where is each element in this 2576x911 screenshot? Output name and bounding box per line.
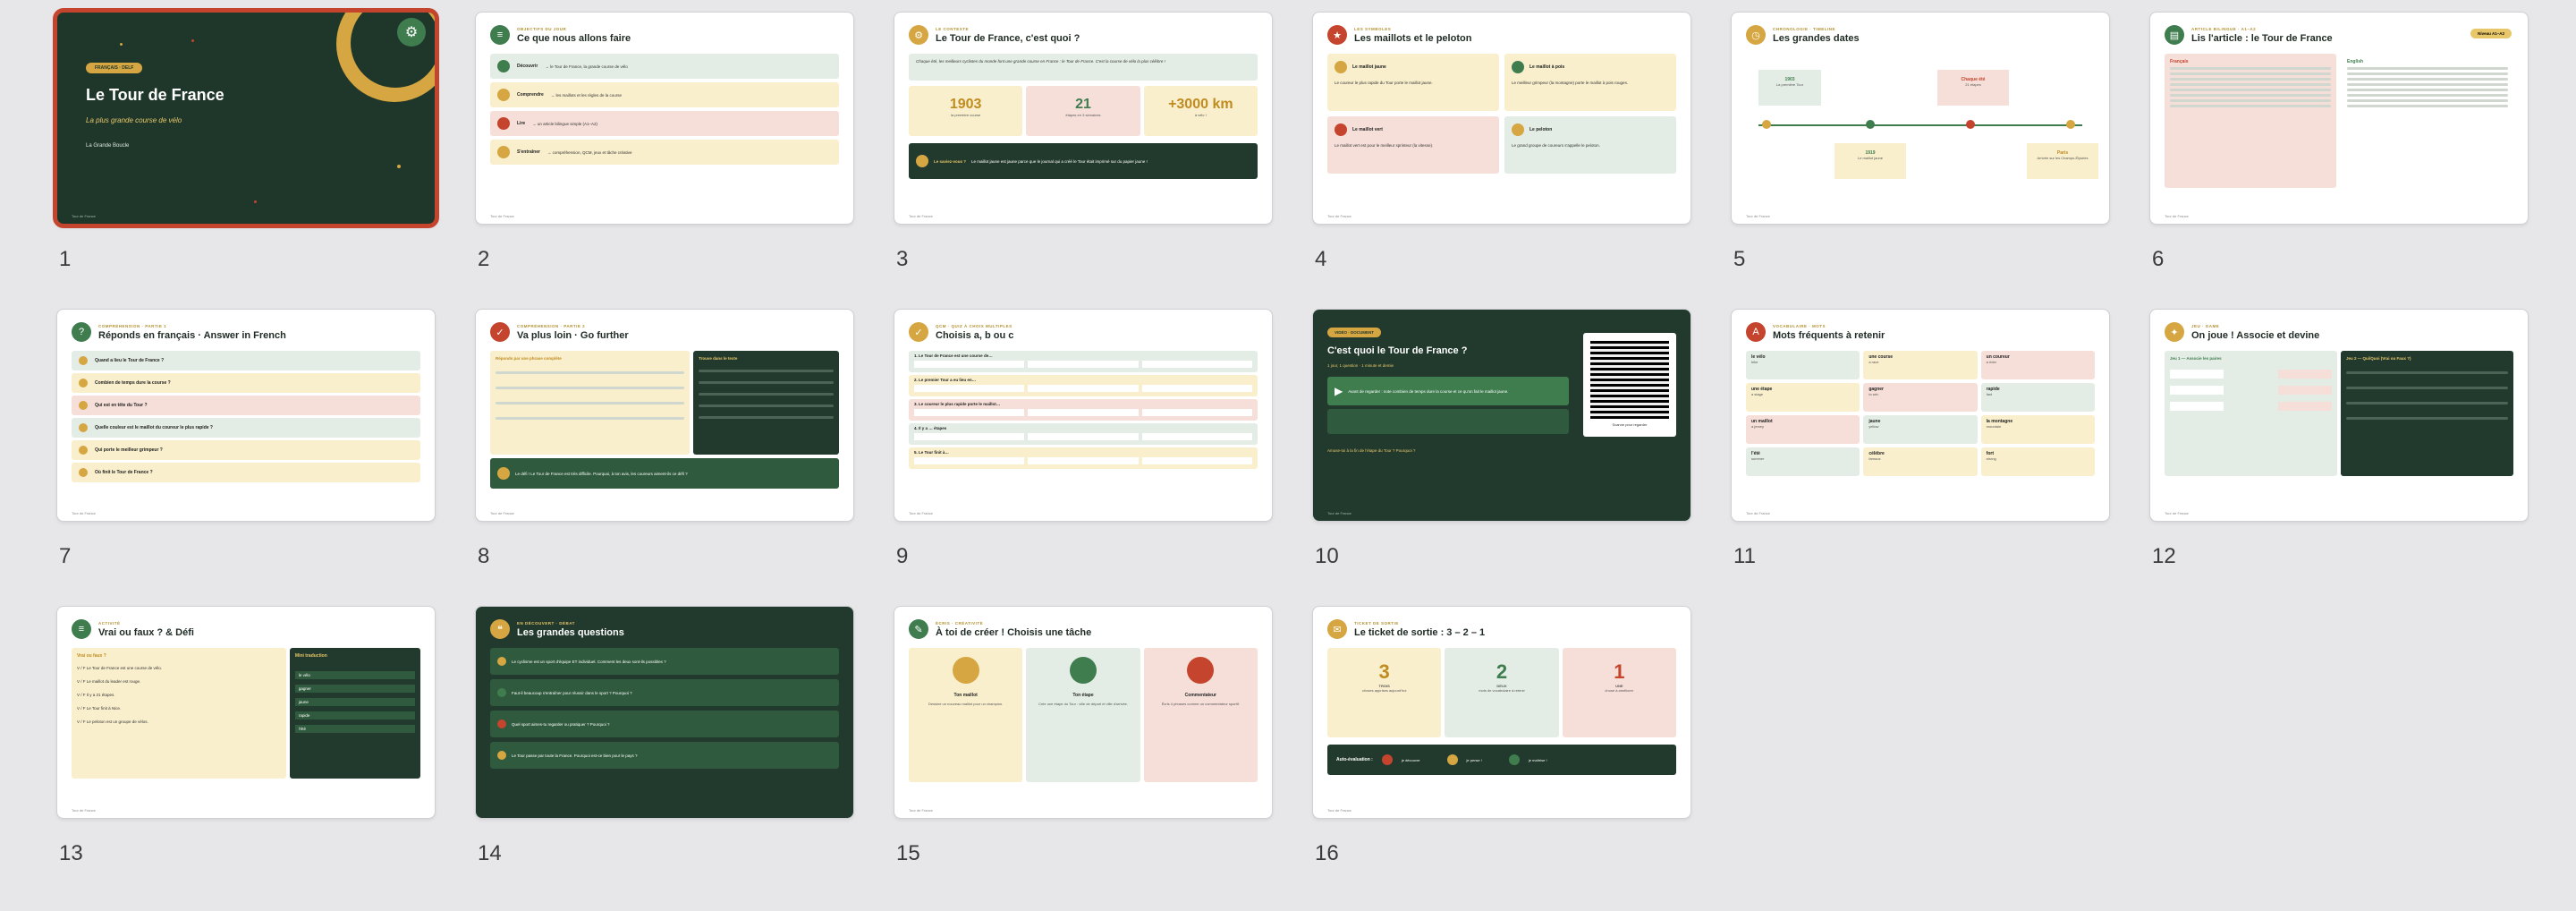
slide-number: 5 [1733, 247, 1746, 271]
checklist-icon: ≡ [490, 25, 510, 45]
bulb-icon [497, 467, 510, 480]
slide-title: Réponds en français · Answer in French [98, 329, 286, 341]
slide-title: Vrai ou faux ? & Défi [98, 626, 194, 638]
lightning-icon [1335, 123, 1347, 136]
slide-number: 12 [2152, 544, 2176, 568]
puzzle-icon: ✦ [2165, 322, 2184, 342]
slide-thumb-10[interactable]: VIDÉO · DOCUMENT C'est quoi le Tour de F… [1313, 310, 1690, 521]
check-icon: ✓ [490, 322, 510, 342]
slide-thumb-4[interactable]: ★ LES SYMBOLES Les maillots et le peloton… [1313, 13, 1690, 224]
slide-title: Lis l'article : le Tour de France [2191, 32, 2333, 44]
slide-thumb-11[interactable]: A VOCABULAIRE · MOTS Mots fréquents à ret… [1732, 310, 2109, 521]
qr-pattern [1590, 340, 1669, 419]
map-icon [1069, 657, 1097, 684]
slide-thumb-1[interactable]: ⚙ FRANÇAIS · DELF Le Tour de France La p… [57, 13, 435, 224]
slide-title: Les grandes dates [1773, 32, 1860, 44]
slide-tag: La Grande Boucle [86, 143, 130, 149]
slide-thumb-8[interactable]: ✓ COMPRÉHENSION · PARTIE 2 Va plus loin ·… [476, 310, 853, 521]
slide-number: 14 [478, 841, 502, 865]
slide-thumb-3[interactable]: ⚙ LE CONTEXTE Le Tour de France, c'est qu… [894, 13, 1272, 224]
bicycle-icon: ⚙ [397, 18, 426, 47]
megaphone-icon [1187, 657, 1215, 684]
slide-number: 10 [1315, 544, 1339, 568]
bulb-icon [916, 155, 928, 167]
slide-title: Le Tour de France [86, 86, 225, 104]
mountain-icon [1512, 61, 1524, 73]
slide-thumb-14[interactable]: ❝ EN DÉCOUVERT · DÉBAT Les grandes questi… [476, 607, 853, 818]
slide-title: Ce que nous allons faire [517, 32, 631, 44]
book-icon [497, 117, 510, 130]
slide-number: 3 [896, 247, 909, 271]
slide-number: 15 [896, 841, 920, 865]
slide-number: 6 [2152, 247, 2165, 271]
slide-title: Choisis a, b ou c [936, 329, 1014, 341]
star-icon: ★ [1327, 25, 1347, 45]
slide-number: 2 [478, 247, 490, 271]
slide-number: 4 [1315, 247, 1327, 271]
play-icon[interactable]: ▶ [1335, 385, 1343, 397]
slide-thumb-6[interactable]: ▤ ARTICLE BILINGUE · A1–A2 Lis l'article … [2150, 13, 2528, 224]
question-icon: ? [72, 322, 91, 342]
slide-title: Les maillots et le peloton [1354, 32, 1472, 44]
slide-thumb-5[interactable]: ◷ CHRONOLOGIE · TIMELINE Les grandes date… [1732, 13, 2109, 224]
slide-title: Les grandes questions [517, 626, 624, 638]
jersey-icon [1335, 61, 1347, 73]
slide-number: 8 [478, 544, 490, 568]
eye-icon [497, 60, 510, 72]
ticket-icon: ✉ [1327, 619, 1347, 639]
slide-subtitle: La plus grande course de vélo [86, 116, 182, 124]
clock-icon: ◷ [1746, 25, 1766, 45]
pencil-icon [497, 146, 510, 158]
bulb-icon [497, 89, 510, 101]
shirt-icon [952, 657, 979, 684]
qr-code[interactable]: Scanne pour regarder [1583, 333, 1676, 437]
slide-thumb-16[interactable]: ✉ TICKET DE SORTIE Le ticket de sortie : … [1313, 607, 1690, 818]
slide-thumb-13[interactable]: ≡ ACTIVITÉ Vrai ou faux ? & Défi Vrai ou … [57, 607, 435, 818]
slide-title: Le Tour de France, c'est quoi ? [936, 32, 1080, 44]
slide-thumb-7[interactable]: ? COMPRÉHENSION · PARTIE 1 Réponds en fra… [57, 310, 435, 521]
slide-title: Le ticket de sortie : 3 – 2 – 1 [1354, 626, 1486, 638]
pencil-icon: ✎ [909, 619, 928, 639]
slide-thumb-2[interactable]: ≡ OBJECTIFS DU JOUR Ce que nous allons fa… [476, 13, 853, 224]
list-icon: ≡ [72, 619, 91, 639]
bicycle-icon: ⚙ [909, 25, 928, 45]
book-icon: ▤ [2165, 25, 2184, 45]
timeline-line [1758, 124, 2082, 126]
slide-thumb-9[interactable]: ✓ QCM · QUIZ À CHOIX MULTIPLES Choisis a,… [894, 310, 1272, 521]
slide-number: 11 [1733, 544, 1756, 568]
slide-title: On joue ! Associe et devine [2191, 329, 2320, 341]
level-badge: FRANÇAIS · DELF [86, 63, 143, 73]
speech-bubble-icon: ❝ [490, 619, 510, 639]
slide-number: 9 [896, 544, 909, 568]
slide-number: 7 [59, 544, 72, 568]
slide-number: 16 [1315, 841, 1339, 865]
slide-title: À toi de créer ! Choisis une tâche [936, 626, 1092, 638]
check-icon: ✓ [909, 322, 928, 342]
group-icon [1512, 123, 1524, 136]
slide-number: 13 [59, 841, 83, 865]
slide-title: Va plus loin · Go further [517, 329, 629, 341]
slide-thumb-12[interactable]: ✦ JEU · GAME On joue ! Associe et devine … [2150, 310, 2528, 521]
book-icon: A [1746, 322, 1766, 342]
slide-number: 1 [59, 247, 72, 271]
slide-title: Mots fréquents à retenir [1773, 329, 1885, 341]
slide-thumb-15[interactable]: ✎ ÉCRIS · CRÉATIVITÉ À toi de créer ! Cho… [894, 607, 1272, 818]
